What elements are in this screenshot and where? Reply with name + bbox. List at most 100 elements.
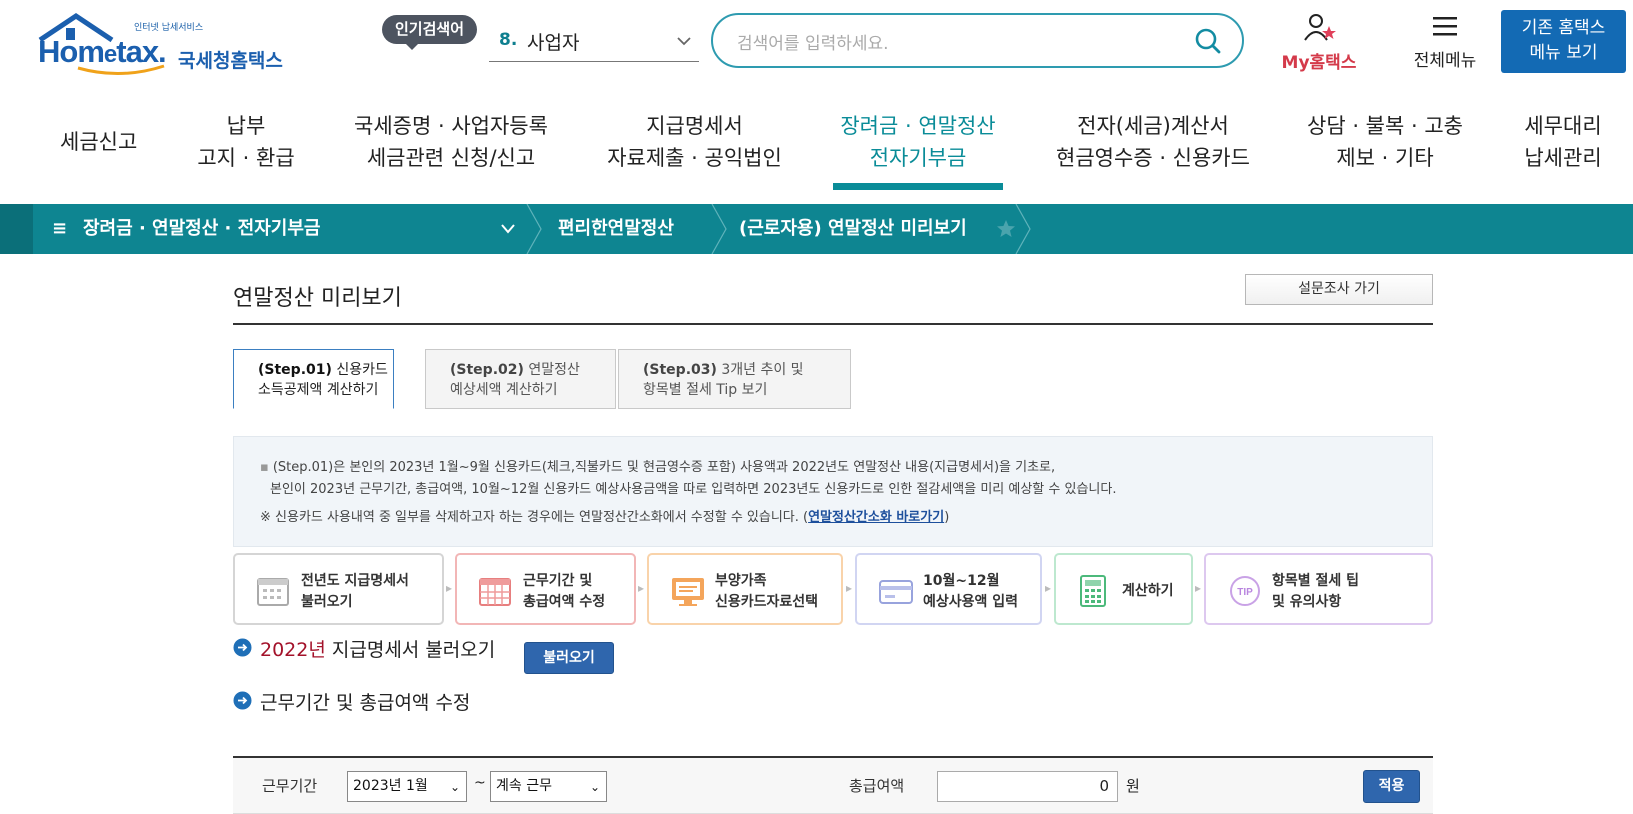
calendar-icon	[257, 578, 289, 606]
user-star-icon	[1304, 14, 1336, 41]
gnb-active-indicator	[833, 183, 1003, 190]
gnb-label-1: 전자(세금)계산서	[1077, 114, 1229, 138]
simplified-service-link[interactable]: 연말정산간소화 바로가기	[808, 510, 944, 525]
all-menu-label: 전체메뉴	[1413, 51, 1477, 71]
tip-icon: TIP	[1230, 576, 1260, 606]
tab-line2: 항목별 절세 Tip 보기	[643, 382, 768, 398]
step-calculate[interactable]: 계산하기	[1054, 553, 1193, 625]
gnb-label-2: 세금관련 신청/신고	[366, 146, 536, 170]
info-line1: ▪ (Step.01)은 본인의 2023년 1월~9월 신용카드(체크,직불카드…	[260, 460, 1056, 475]
step-arrow-icon: ▸	[638, 581, 645, 595]
start-month-value: 2023년 1월	[353, 778, 428, 794]
hometax-logo[interactable]: 인터넷 납세서비스 Hometax. 국세청홈택스	[36, 10, 306, 80]
breadcrumb-separator-icon	[711, 204, 727, 254]
survey-button[interactable]: 설문조사 가기	[1245, 274, 1433, 305]
gnb-tax-filing[interactable]: 세금신고	[60, 126, 137, 158]
chevron-down-icon: ⌄	[589, 780, 600, 794]
chevron-down-icon[interactable]	[500, 222, 516, 236]
step-label: 근무기간 및 총급여액 수정	[523, 573, 606, 610]
my-hometax-label: My홈택스	[1281, 53, 1357, 73]
step-label: 계산하기	[1122, 583, 1174, 599]
info-box: ▪ (Step.01)은 본인의 2023년 1월~9월 신용카드(체크,직불카드…	[233, 436, 1433, 547]
gnb-label-2: 제보 · 기타	[1336, 146, 1434, 170]
process-steps: 전년도 지급명세서 불러오기 ▸ 근무기간 및 총급여액 수정 ▸ 부양가족 신용카드…	[233, 553, 1433, 625]
breadcrumb-level3: (근로자용) 연말정산 미리보기	[739, 218, 967, 239]
breadcrumb-level2[interactable]: 편리한연말정산	[558, 204, 674, 254]
gnb-label-2: 전자기부금	[869, 146, 967, 170]
section-edit-title: 근무기간 및 총급여액 수정	[260, 692, 471, 714]
gnb-label-1: 국세증명 · 사업자등록	[354, 114, 548, 138]
arrow-circle-icon	[233, 638, 252, 657]
gnb-certificate[interactable]: 국세증명 · 사업자등록 세금관련 신청/신고	[346, 110, 556, 174]
old-menu-line1: 기존 홈택스	[1521, 18, 1606, 38]
info-line3: ※ 신용카드 사용내역 중 일부를 삭제하고자 하는 경우에는 연말정산간소화에…	[260, 510, 950, 525]
end-month-select[interactable]: 계속 근무 ⌄	[490, 771, 607, 802]
step-edit-period[interactable]: 근무기간 및 총급여액 수정	[455, 553, 636, 625]
gnb-label-1: 상담 · 불복 · 고충	[1307, 114, 1463, 138]
hamburger-menu-icon	[1433, 17, 1457, 36]
end-month-value: 계속 근무	[496, 778, 552, 794]
start-month-select[interactable]: 2023년 1월 ⌄	[347, 771, 467, 802]
search-box[interactable]: 검색어를 입력하세요.	[711, 13, 1244, 68]
gnb-tax-agent[interactable]: 세무대리 납세관리	[1515, 110, 1611, 174]
gnb-year-end[interactable]: 장려금 · 연말정산 전자기부금	[833, 110, 1003, 174]
section-load-title: 2022년 지급명세서 불러오기	[260, 639, 496, 661]
gnb-e-invoice[interactable]: 전자(세금)계산서 현금영수증 · 신용카드	[1050, 110, 1256, 174]
search-input[interactable]: 검색어를 입력하세요.	[737, 29, 889, 54]
favorite-star-icon[interactable]	[996, 219, 1016, 239]
gnb-label-1: 장려금 · 연말정산	[840, 114, 996, 138]
step-label: 전년도 지급명세서 불러오기	[301, 573, 409, 610]
tab-step01[interactable]: (Step.01) 신용카드 소득공제액 계산하기	[233, 349, 394, 409]
menu-icon[interactable]: ≡	[52, 204, 67, 254]
breadcrumb-separator-icon	[526, 204, 542, 254]
chevron-down-icon: ⌄	[449, 780, 460, 794]
breadcrumb-separator-icon	[1015, 204, 1031, 254]
step-expected-usage[interactable]: 10월~12월 예상사용액 입력	[855, 553, 1042, 625]
gnb-label-2: 고지 · 환급	[197, 146, 295, 170]
step-arrow-icon: ▸	[1045, 581, 1052, 595]
monitor-icon	[672, 578, 704, 606]
breadcrumb-level1[interactable]: 장려금 · 연말정산 · 전자기부금	[83, 204, 320, 254]
svg-text:TIP: TIP	[1237, 587, 1253, 598]
top-header: 인터넷 납세서비스 Hometax. 국세청홈택스 인기검색어 8. 사업자 검…	[0, 0, 1633, 90]
tab-step02[interactable]: (Step.02) 연말정산 예상세액 계산하기	[425, 349, 616, 409]
salary-label: 총급여액	[849, 777, 905, 795]
my-hometax-button[interactable]: My홈택스	[1274, 12, 1364, 73]
tab-line2: 소득공제액 계산하기	[258, 382, 379, 398]
step-load-statement[interactable]: 전년도 지급명세서 불러오기	[233, 553, 444, 625]
logo-swoosh-icon	[77, 64, 165, 75]
card-icon	[879, 580, 913, 604]
step-arrow-icon: ▸	[446, 581, 453, 595]
page-title: 연말정산 미리보기	[233, 286, 402, 311]
period-label: 근무기간	[262, 777, 318, 795]
location-bar: ≡ 장려금 · 연말정산 · 전자기부금 편리한연말정산 (근로자용) 연말정산…	[0, 204, 1633, 254]
tab-step03[interactable]: (Step.03) 3개년 추이 및 항목별 절세 Tip 보기	[618, 349, 851, 409]
tab-line1: (Step.01) 신용카드	[258, 362, 388, 378]
apply-button[interactable]: 적용	[1363, 770, 1420, 803]
gnb-label-2: 납세관리	[1524, 146, 1602, 170]
load-statement-button[interactable]: 불러오기	[524, 642, 614, 674]
gnb-label-1: 납부	[226, 114, 266, 138]
gnb-label-1: 세무대리	[1524, 114, 1602, 138]
salary-input[interactable]: 0	[937, 771, 1118, 802]
step-arrow-icon: ▸	[846, 581, 853, 595]
old-menu-line2: 메뉴 보기	[1529, 43, 1598, 63]
popular-search-dropdown[interactable]: 8. 사업자	[489, 22, 699, 62]
gnb-statement[interactable]: 지급명세서 자료제출 · 공익법인	[602, 110, 787, 174]
step-arrow-icon: ▸	[1195, 581, 1202, 595]
period-tilde: ~	[474, 775, 486, 791]
gnb-payment[interactable]: 납부 고지 · 환급	[196, 110, 296, 174]
search-icon[interactable]	[1194, 27, 1222, 55]
gnb-label: 세금신고	[60, 130, 138, 154]
step-tax-tips[interactable]: TIP 항목별 절세 팁및 유의사항	[1204, 553, 1433, 625]
step-select-dependents[interactable]: 부양가족 신용카드자료선택	[647, 553, 843, 625]
info-line2: 본인이 2023년 근무기간, 총급여액, 10월~12월 신용카드 예상사용금…	[270, 482, 1117, 497]
all-menu-button[interactable]: 전체메뉴	[1400, 14, 1490, 71]
step-label: 항목별 절세 팁및 유의사항	[1272, 573, 1360, 610]
calculator-icon	[1080, 575, 1106, 607]
title-divider	[233, 323, 1433, 325]
tab-line1: (Step.03) 3개년 추이 및	[643, 362, 804, 378]
gnb-consult[interactable]: 상담 · 불복 · 고충 제보 · 기타	[1305, 110, 1465, 174]
gnb-label-2: 자료제출 · 공익법인	[607, 146, 782, 170]
old-hometax-menu-button[interactable]: 기존 홈택스 메뉴 보기	[1501, 10, 1626, 73]
